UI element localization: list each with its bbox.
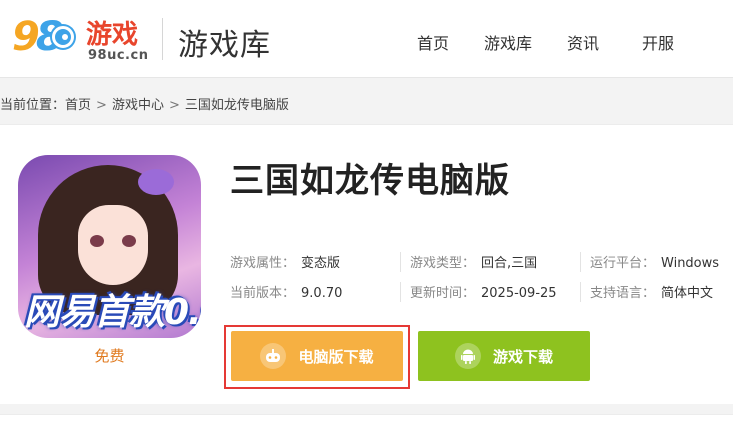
nav-item-game-library[interactable]: 游戏库 [483,30,533,54]
info-attr: 游戏属性： 变态版 [230,252,340,271]
next-section-strip [0,414,733,441]
android-icon [454,343,481,369]
info-updated-value: 2025-09-25 [481,286,557,301]
site-logo[interactable]: 98 游戏 98uc.cn [12,12,148,66]
info-updated-label: 更新时间： [410,286,476,301]
info-lang: 支持语言： 简体中文 [590,282,713,301]
info-platform: 运行平台： Windows [590,252,719,271]
logo-cn-text: 游戏 [86,20,139,50]
android-icon-svg [460,349,475,364]
info-row: 当前版本： 9.0.70 更新时间： 2025-09-25 支持语言： 简体中文 [230,282,730,302]
info-type: 游戏类型： 回合,三国 [410,252,537,271]
info-divider [580,252,581,272]
mobile-download-label: 游戏下载 [492,347,553,366]
info-lang-label: 支持语言： [590,286,656,301]
icon-art-face [78,205,148,285]
info-lang-value: 简体中文 [661,286,714,301]
info-type-label: 游戏类型： [410,256,476,271]
info-updated: 更新时间： 2025-09-25 [410,282,557,301]
info-divider [580,282,581,302]
nav-item-home[interactable]: 首页 [408,30,458,54]
info-version-label: 当前版本： [230,286,296,301]
breadcrumb-separator: > [168,98,180,113]
logo-nine: 9 [12,14,40,60]
game-icon-image: 网易首款0.05 [18,155,201,338]
info-attr-label: 游戏属性： [230,256,296,271]
section-title: 游戏库 [178,28,271,63]
nav-item-servers[interactable]: 开服 [633,30,683,54]
game-detail-card: 网易首款0.05 免费 三国如龙传电脑版 游戏属性： 变态版 游戏类型： 回合,三国… [0,124,733,404]
breadcrumb: 当前位置：首页 > 游戏中心 > 三国如龙传电脑版 [0,94,289,113]
site-header: 98 游戏 98uc.cn 游戏库 首页 游戏库 资讯 开服 [0,0,733,78]
breadcrumb-home-link[interactable]: 首页 [65,98,91,113]
breadcrumb-prefix: 当前位置： [0,98,66,113]
main-nav: 首页 游戏库 资讯 开服 [408,30,708,54]
icon-art-eye [122,235,136,247]
info-platform-value: Windows [661,256,720,271]
nav-item-news[interactable]: 资讯 [558,30,608,54]
breadcrumb-separator: > [96,98,107,113]
breadcrumb-game-center-link[interactable]: 游戏中心 [112,98,164,113]
pc-download-highlight-box [224,325,410,389]
logo-eye-icon [52,26,74,48]
info-platform-label: 运行平台： [590,256,656,271]
info-version-value: 9.0.70 [301,286,343,301]
info-attr-value: 变态版 [301,256,341,271]
info-divider [400,282,401,302]
info-type-value: 回合,三国 [481,256,538,271]
breadcrumb-current: 三国如龙传电脑版 [184,98,289,113]
header-divider [162,18,163,60]
info-divider [400,252,401,272]
mobile-download-button[interactable]: 游戏下载 [418,331,590,381]
info-row: 游戏属性： 变态版 游戏类型： 回合,三国 运行平台： Windows [230,252,730,272]
icon-banner-text: 网易首款0.05 [24,292,201,333]
game-title: 三国如龙传电脑版 [230,161,510,201]
icon-art-eye [90,235,104,247]
logo-domain: 98uc.cn [88,48,149,63]
info-version: 当前版本： 9.0.70 [230,282,342,301]
price-label: 免费 [94,347,125,365]
icon-art-flower [138,169,174,195]
